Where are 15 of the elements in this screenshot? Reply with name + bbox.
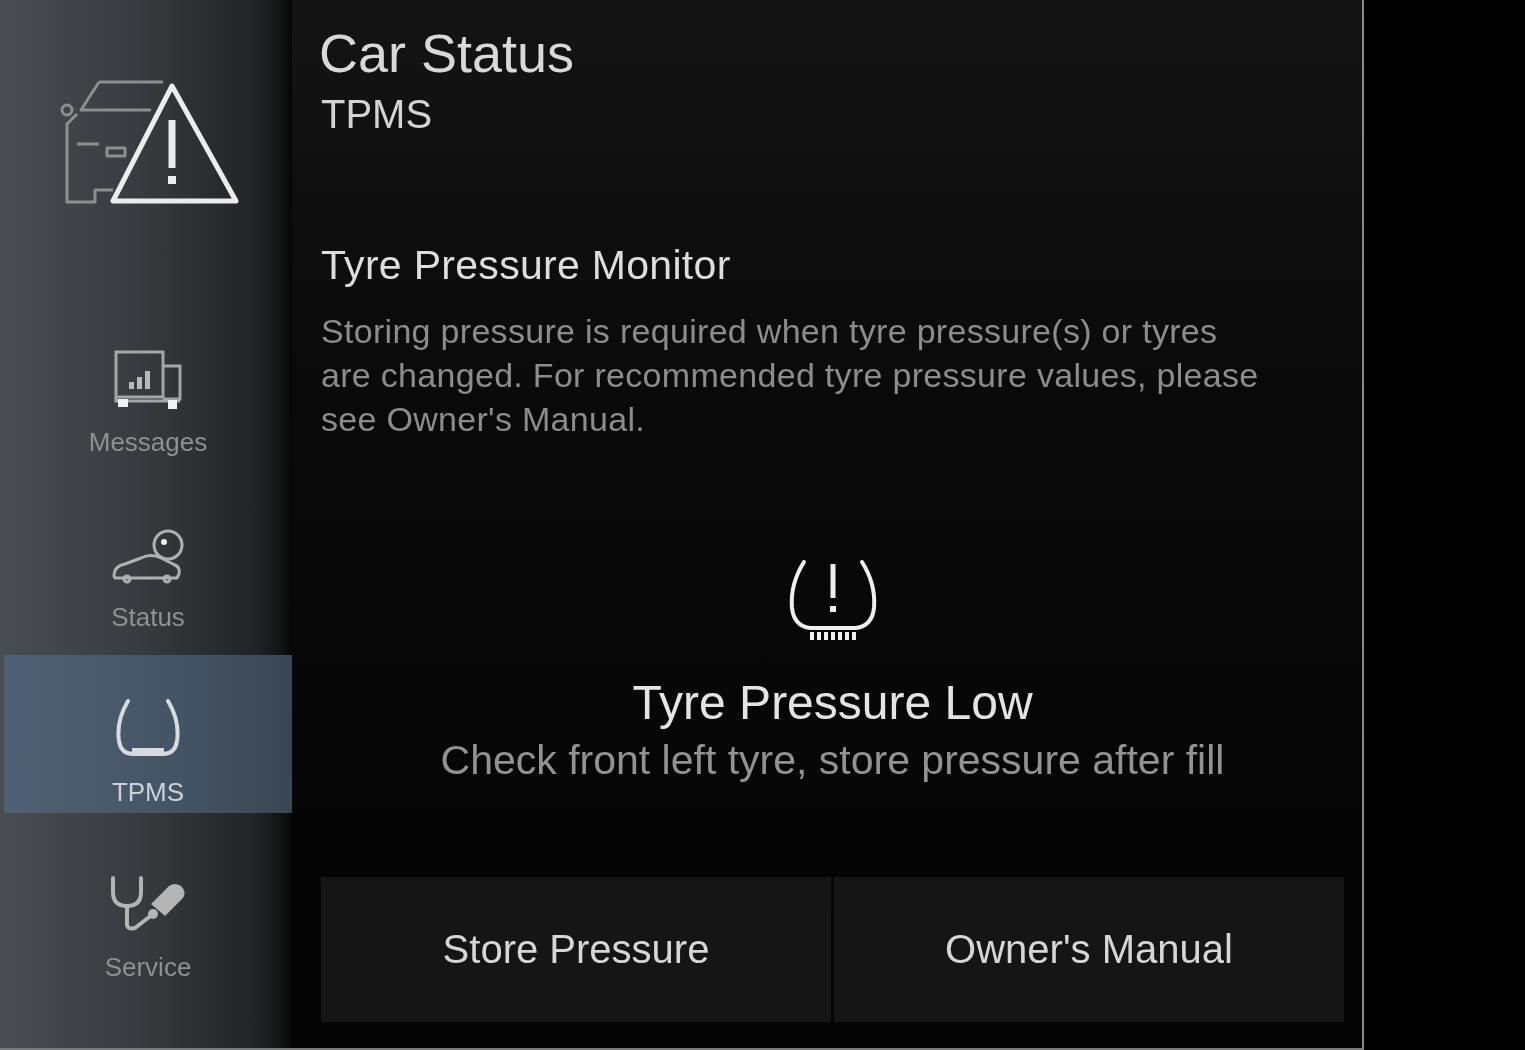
section-description: Storing pressure is required when tyre pressure(s) or tyres are changed. For recommended tyre pressure values, please see Owner's Manual. bbox=[321, 311, 1260, 440]
sidebar-item[interactable]: Service bbox=[4, 830, 292, 988]
alert-message: Check front left tyre, store pressure after fill bbox=[440, 737, 1225, 783]
page-title: Car Status bbox=[319, 22, 576, 85]
monitor-icon bbox=[113, 349, 183, 409]
sidebar-item[interactable]: Status bbox=[4, 480, 292, 638]
sidebar-item[interactable]: Messages bbox=[4, 305, 292, 463]
tyre-icon bbox=[114, 697, 182, 759]
section-heading: Tyre Pressure Monitor bbox=[321, 241, 732, 289]
alert-title: Tyre Pressure Low bbox=[632, 675, 1033, 731]
page-subtitle: TPMS bbox=[321, 92, 434, 136]
sidebar-item[interactable]: TPMS bbox=[4, 655, 292, 813]
car-gauge-icon bbox=[111, 528, 185, 584]
action-button[interactable]: Store Pressure bbox=[321, 877, 831, 1022]
action-button[interactable]: Owner's Manual bbox=[834, 877, 1344, 1022]
